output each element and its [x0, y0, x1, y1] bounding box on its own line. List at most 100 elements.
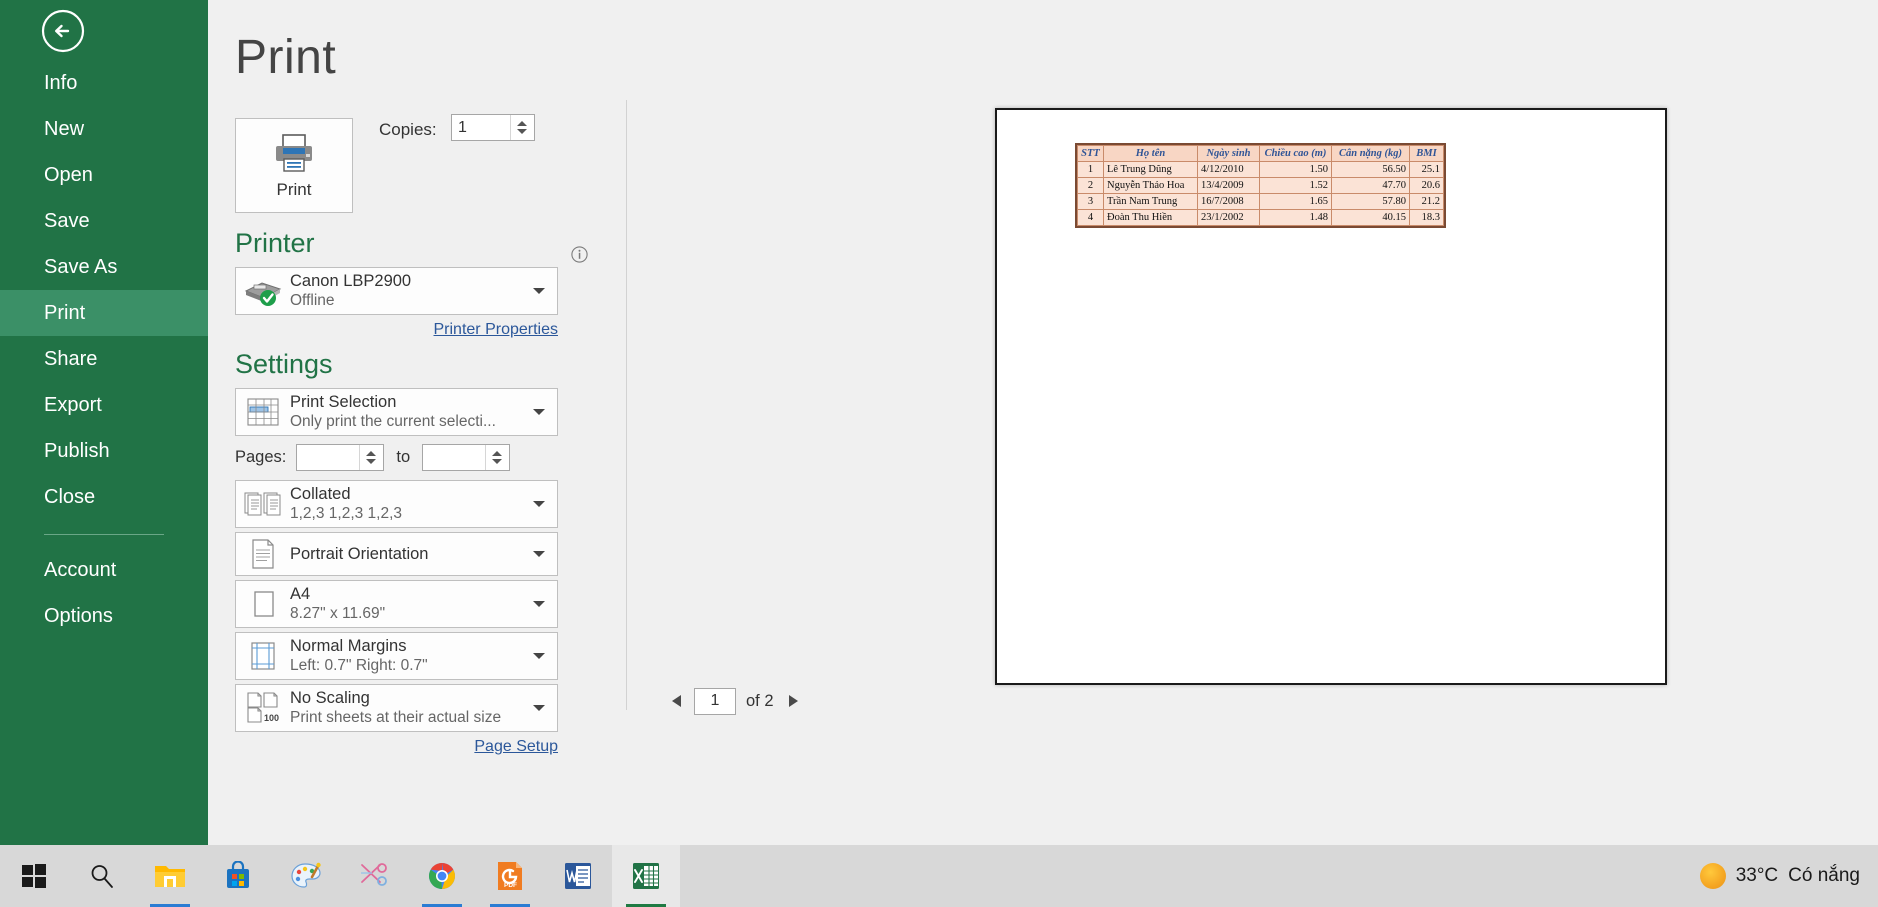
chevron-down-icon[interactable] [533, 501, 545, 507]
sun-icon [1699, 863, 1726, 889]
pdf-app-button[interactable]: PDF [476, 845, 544, 907]
microsoft-word-button[interactable] [544, 845, 612, 907]
paper-size-icon [236, 587, 290, 621]
copies-spinner-arrows[interactable] [510, 115, 532, 140]
weather-temperature: 33°C [1735, 865, 1779, 886]
pages-label: Pages: [235, 447, 287, 466]
table-row: 2 Nguyễn Thảo Hoa 13/4/2009 1.52 47.70 2… [1077, 177, 1444, 194]
printer-status: Offline [290, 292, 335, 309]
cell-name: Nguyễn Thảo Hoa [1103, 177, 1198, 194]
google-chrome-button[interactable] [408, 845, 476, 907]
sidebar-item-options[interactable]: Options [0, 593, 208, 639]
sidebar-item-export[interactable]: Export [0, 382, 208, 428]
print-action-row: Print Copies: [235, 114, 595, 220]
setting-margins-select[interactable]: Normal Margins Left: 0.7" Right: 0.7" [235, 632, 558, 680]
previous-page-button[interactable] [666, 688, 688, 714]
spinner-down-icon[interactable] [491, 458, 502, 464]
pages-to-input[interactable] [423, 445, 486, 469]
paint-button[interactable] [272, 845, 340, 907]
pages-from-stepper[interactable] [296, 443, 385, 471]
snipping-tool-button[interactable] [340, 845, 408, 907]
spinner-up-icon[interactable] [491, 450, 502, 456]
back-button[interactable] [32, 0, 94, 62]
chevron-down-icon[interactable] [533, 409, 545, 415]
sidebar-item-label: Publish [44, 440, 110, 462]
setting-title: Collated [290, 485, 351, 503]
chevron-down-icon[interactable] [533, 601, 545, 607]
sidebar-item-label: Share [44, 348, 98, 370]
sidebar-divider [44, 534, 164, 535]
excel-icon [633, 863, 659, 889]
spinner-up-icon[interactable] [516, 121, 527, 126]
next-page-button[interactable] [782, 688, 804, 714]
setting-collation-select[interactable]: Collated 1,2,3 1,2,3 1,2,3 [235, 480, 558, 528]
current-page-input[interactable] [695, 688, 735, 714]
setting-scaling-select[interactable]: 100 No Scaling Print sheets at their act… [235, 684, 558, 732]
pages-to-label: to [396, 447, 411, 466]
setting-paper-size-select[interactable]: A4 8.27" x 11.69" [235, 580, 558, 628]
search-button[interactable] [68, 845, 136, 907]
copies-stepper[interactable] [451, 114, 535, 141]
scissors-icon [361, 863, 387, 886]
setting-print-area-select[interactable]: Print Selection Only print the current s… [235, 388, 558, 436]
cell-stt: 1 [1077, 161, 1104, 178]
page-title: Print [235, 31, 337, 84]
column-header-dob: Ngày sinh [1197, 145, 1260, 162]
chrome-icon [429, 863, 455, 889]
table-row: 3 Trần Nam Trung 16/7/2008 1.65 57.80 21… [1077, 193, 1444, 210]
column-header-weight: Cân nặng (kg) [1331, 145, 1410, 162]
spinner-down-icon[interactable] [365, 458, 376, 464]
pages-from-spinner[interactable] [359, 444, 381, 470]
sidebar-item-close[interactable]: Close [0, 474, 208, 520]
sidebar-item-save[interactable]: Save [0, 198, 208, 244]
pages-range-row: Pages: to [235, 440, 558, 474]
cell-height: 1.48 [1259, 209, 1332, 226]
printer-select-text: Canon LBP2900 Offline [290, 271, 557, 311]
microsoft-excel-button[interactable] [612, 845, 680, 907]
sidebar-item-save-as[interactable]: Save As [0, 244, 208, 290]
cell-dob: 4/12/2010 [1197, 161, 1260, 178]
printer-select[interactable]: Canon LBP2900 Offline [235, 267, 558, 315]
column-header-stt: STT [1077, 145, 1104, 162]
sidebar-item-account[interactable]: Account [0, 547, 208, 593]
print-preview-page[interactable]: STT Họ tên Ngày sinh Chiều cao (m) Cân n… [995, 108, 1667, 685]
sidebar-item-label: Account [44, 559, 117, 581]
pane-divider [626, 100, 627, 710]
microsoft-store-button[interactable] [204, 845, 272, 907]
setting-orientation-select[interactable]: Portrait Orientation [235, 532, 558, 576]
chevron-down-icon[interactable] [533, 653, 545, 659]
sidebar-item-open[interactable]: Open [0, 152, 208, 198]
print-button[interactable]: Print [235, 118, 353, 213]
start-button[interactable] [0, 845, 68, 907]
cell-bmi: 21.2 [1409, 193, 1444, 210]
chevron-down-icon[interactable] [533, 705, 545, 711]
pages-from-input[interactable] [297, 445, 360, 469]
sidebar-item-label: Print [44, 302, 86, 324]
spinner-down-icon[interactable] [516, 129, 527, 134]
windows-taskbar: PDF 33°C Có nắng [0, 845, 1878, 907]
pages-to-stepper[interactable] [422, 443, 511, 471]
printer-properties-link[interactable]: Printer Properties [434, 321, 559, 339]
sidebar-item-new[interactable]: New [0, 106, 208, 152]
sidebar-item-info[interactable]: Info [0, 60, 208, 106]
info-icon[interactable] [571, 239, 588, 263]
sidebar-item-print[interactable]: Print [0, 290, 208, 336]
page-setup-link[interactable]: Page Setup [474, 738, 558, 756]
spinner-up-icon[interactable] [365, 450, 376, 456]
sidebar-item-label: Info [44, 72, 78, 94]
setting-subtitle: Print sheets at their actual size [290, 709, 502, 726]
copies-input[interactable] [452, 116, 510, 139]
sidebar-item-share[interactable]: Share [0, 336, 208, 382]
pages-to-spinner[interactable] [485, 444, 507, 470]
setting-title: Normal Margins [290, 637, 407, 655]
svg-text:100: 100 [264, 713, 279, 723]
collated-icon [236, 489, 290, 519]
file-explorer-button[interactable] [136, 845, 204, 907]
chevron-down-icon[interactable] [533, 288, 545, 294]
table-header-row: STT Họ tên Ngày sinh Chiều cao (m) Cân n… [1077, 145, 1444, 162]
chevron-down-icon[interactable] [533, 551, 545, 557]
system-tray: 33°C Có nắng [1699, 845, 1860, 907]
current-page-input-wrap[interactable] [694, 687, 736, 715]
sidebar-item-publish[interactable]: Publish [0, 428, 208, 474]
setting-subtitle: 8.27" x 11.69" [290, 605, 386, 622]
